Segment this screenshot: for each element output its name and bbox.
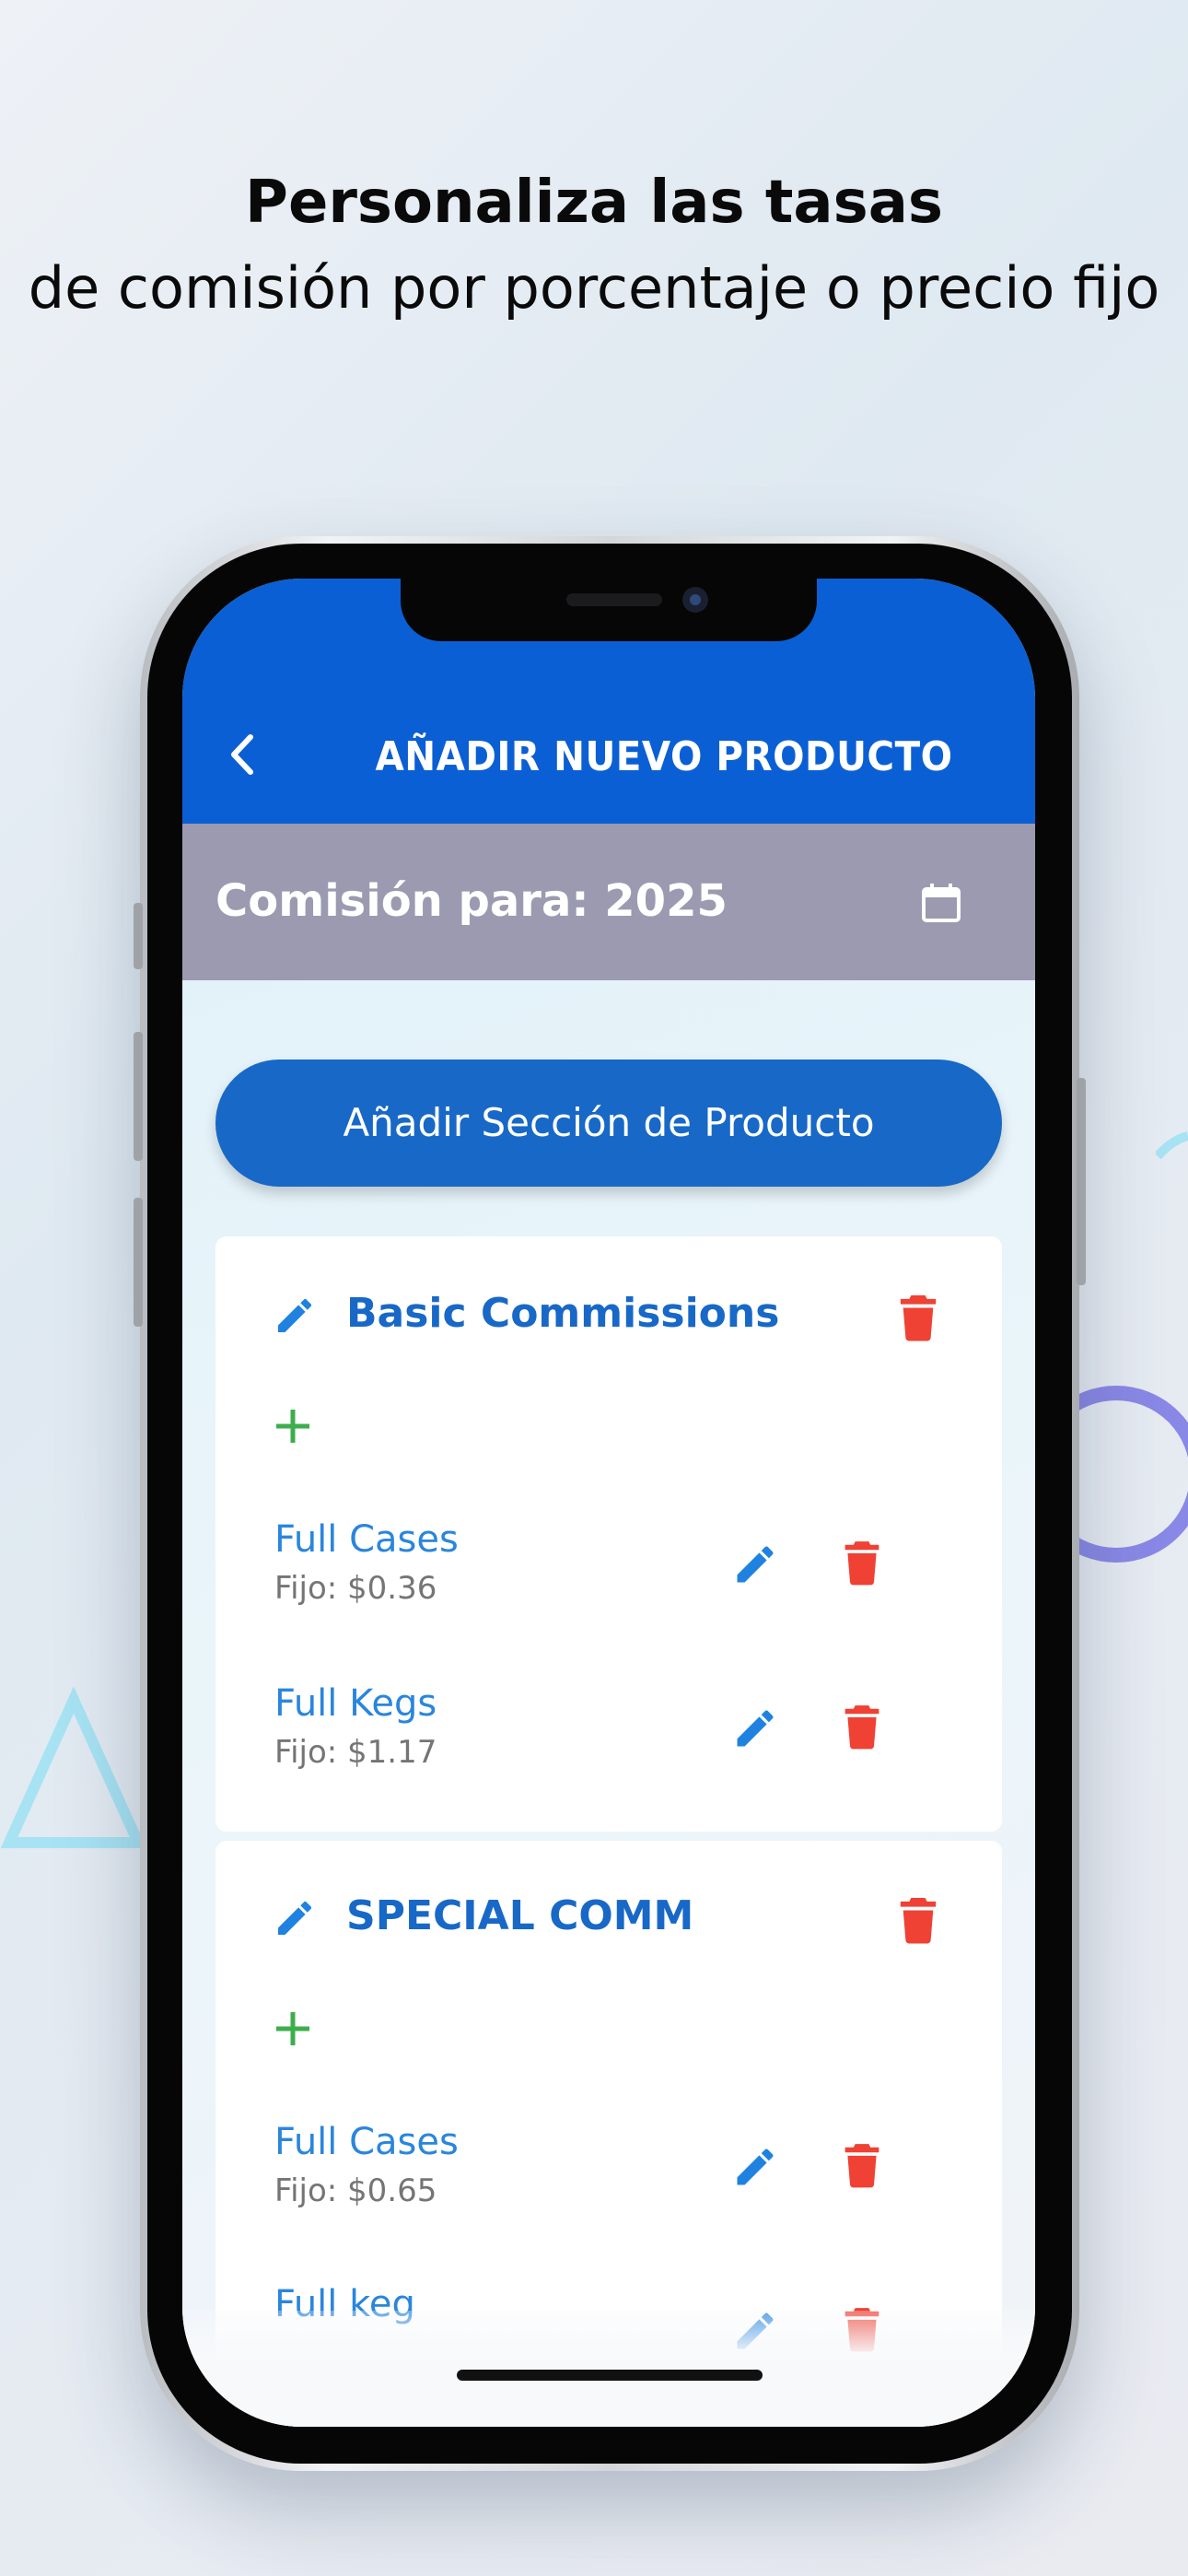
pencil-icon bbox=[278, 1901, 312, 1935]
bottom-safe-area bbox=[182, 2311, 1035, 2427]
commission-year-label: Comisión para: 2025 bbox=[215, 875, 728, 927]
section-card: Basic Commissions Full Cases Fijo: $0.36… bbox=[215, 1236, 1002, 1832]
headline-subtitle: de comisión por porcentaje o precio fijo bbox=[28, 254, 1160, 322]
phone-screen: AÑADIR NUEVO PRODUCTO Comisión para: 202… bbox=[182, 579, 1035, 2427]
item-name: Full Cases bbox=[274, 2121, 459, 2163]
back-button[interactable] bbox=[221, 732, 267, 778]
item-rate: Fijo: $1.17 bbox=[274, 1734, 437, 1771]
pencil-icon bbox=[278, 1298, 312, 1332]
trash-icon bbox=[844, 1541, 879, 1586]
plus-icon bbox=[276, 2012, 309, 2045]
edit-section-button[interactable] bbox=[273, 1896, 317, 1940]
front-camera bbox=[682, 587, 708, 613]
pencil-icon bbox=[737, 2149, 774, 2185]
add-item-button[interactable] bbox=[273, 1406, 313, 1446]
item-rate: Fijo: $0.36 bbox=[274, 1570, 437, 1607]
page-title: AÑADIR NUEVO PRODUCTO bbox=[375, 733, 953, 780]
add-item-button[interactable] bbox=[273, 2008, 313, 2049]
edit-section-button[interactable] bbox=[273, 1294, 317, 1338]
speaker-grille bbox=[566, 593, 662, 606]
phone-volume-down bbox=[134, 1198, 143, 1327]
calendar-button[interactable] bbox=[919, 881, 963, 925]
chevron-left-icon bbox=[231, 734, 253, 775]
item-rate: Fijo: $0.65 bbox=[274, 2172, 437, 2209]
promo-headline: Personaliza las tasas de comisión por po… bbox=[0, 161, 1188, 333]
edit-item-button[interactable] bbox=[731, 2143, 779, 2191]
phone-mute-switch bbox=[134, 903, 143, 969]
triangle-decoration bbox=[0, 1686, 147, 1848]
pencil-icon bbox=[737, 1546, 774, 1583]
delete-item-button[interactable] bbox=[842, 1539, 882, 1587]
delete-section-button[interactable] bbox=[897, 1896, 939, 1944]
headline-title: Personaliza las tasas bbox=[245, 169, 943, 237]
delete-item-button[interactable] bbox=[842, 2141, 882, 2189]
edit-item-button[interactable] bbox=[731, 1540, 779, 1588]
trash-icon bbox=[900, 1898, 937, 1944]
add-section-button[interactable]: Añadir Sección de Producto bbox=[215, 1060, 1002, 1187]
trash-icon bbox=[844, 2144, 879, 2188]
section-title: Basic Commissions bbox=[346, 1290, 780, 1337]
trash-icon bbox=[844, 1705, 879, 1750]
notch bbox=[401, 579, 817, 641]
item-name: Full Kegs bbox=[274, 1682, 437, 1725]
phone-volume-up bbox=[134, 1032, 143, 1161]
calendar-icon bbox=[922, 884, 961, 922]
edit-item-button[interactable] bbox=[731, 1704, 779, 1752]
arc-decoration bbox=[1156, 1131, 1188, 1160]
year-bar: Comisión para: 2025 bbox=[182, 824, 1035, 980]
trash-icon bbox=[900, 1295, 937, 1341]
phone-power-button bbox=[1077, 1078, 1086, 1285]
home-indicator[interactable] bbox=[457, 2370, 763, 2381]
pencil-icon bbox=[737, 1710, 774, 1747]
section-title: SPECIAL COMM bbox=[346, 1892, 694, 1939]
item-name: Full Cases bbox=[274, 1518, 459, 1561]
plus-icon bbox=[276, 1410, 309, 1443]
delete-section-button[interactable] bbox=[897, 1294, 939, 1341]
delete-item-button[interactable] bbox=[842, 1703, 882, 1751]
